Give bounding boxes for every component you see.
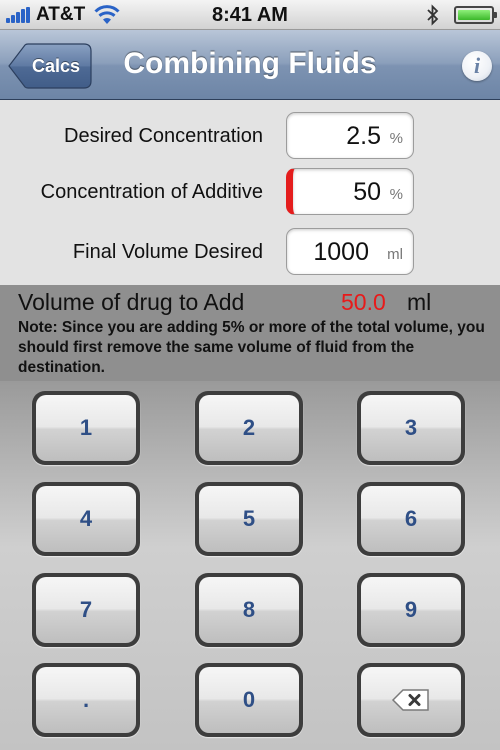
status-right: [426, 4, 497, 26]
result-unit: ml: [407, 289, 432, 315]
status-left: AT&T: [6, 4, 121, 26]
desired-concentration-value: 2.5: [346, 122, 381, 150]
backspace-button[interactable]: [357, 663, 465, 737]
concentration-of-additive-label: Concentration of Additive: [40, 181, 263, 203]
page-title: Combining Fluids: [123, 47, 377, 80]
result-note: Note: Since you are adding 5% or more of…: [18, 319, 485, 376]
concentration-of-additive-unit: %: [389, 186, 403, 203]
result-value: 50.0: [341, 289, 386, 315]
result-panel: Volume of drug to Add 50.0 ml Note: Sinc…: [0, 285, 500, 381]
key-6[interactable]: 6: [357, 482, 465, 556]
key-1[interactable]: 1: [32, 391, 140, 465]
input-form: Desired Concentration 2.5 % Concentratio…: [0, 100, 500, 285]
info-icon[interactable]: i: [462, 51, 492, 81]
concentration-of-additive-value: 50: [353, 178, 381, 206]
signal-icon: [6, 7, 31, 23]
desired-concentration-row: Desired Concentration 2.5 %: [0, 111, 500, 161]
key-decimal[interactable]: .: [32, 663, 140, 737]
battery-icon: [454, 6, 497, 24]
number-keypad: 1 2 3 4 5 6 7 8 9 . 0: [0, 381, 500, 750]
final-volume-value: 1000: [313, 238, 369, 266]
navigation-bar: Calcs Combining Fluids i: [0, 30, 500, 100]
result-label: Volume of drug to Add: [18, 289, 245, 315]
key-9[interactable]: 9: [357, 573, 465, 647]
back-button[interactable]: Calcs: [8, 43, 92, 89]
concentration-of-additive-field[interactable]: 50 %: [286, 168, 414, 215]
backspace-icon: [391, 689, 429, 711]
key-8[interactable]: 8: [195, 573, 303, 647]
key-0[interactable]: 0: [195, 663, 303, 737]
wifi-icon: [94, 5, 120, 24]
bluetooth-icon: [427, 4, 439, 26]
key-2[interactable]: 2: [195, 391, 303, 465]
back-button-label: Calcs: [31, 56, 81, 76]
final-volume-field[interactable]: 1000 ml: [286, 228, 414, 275]
key-7[interactable]: 7: [32, 573, 140, 647]
key-4[interactable]: 4: [32, 482, 140, 556]
desired-concentration-unit: %: [389, 130, 403, 147]
key-3[interactable]: 3: [357, 391, 465, 465]
key-5[interactable]: 5: [195, 482, 303, 556]
status-bar: AT&T 8:41 AM: [0, 0, 500, 30]
desired-concentration-label: Desired Concentration: [64, 125, 263, 147]
concentration-of-additive-row: Concentration of Additive 50 %: [0, 167, 500, 217]
final-volume-label: Final Volume Desired: [72, 241, 263, 263]
final-volume-row: Final Volume Desired 1000 ml: [0, 227, 500, 277]
final-volume-unit: ml: [387, 246, 403, 263]
carrier-name: AT&T: [36, 4, 86, 25]
desired-concentration-field[interactable]: 2.5 %: [286, 112, 414, 159]
